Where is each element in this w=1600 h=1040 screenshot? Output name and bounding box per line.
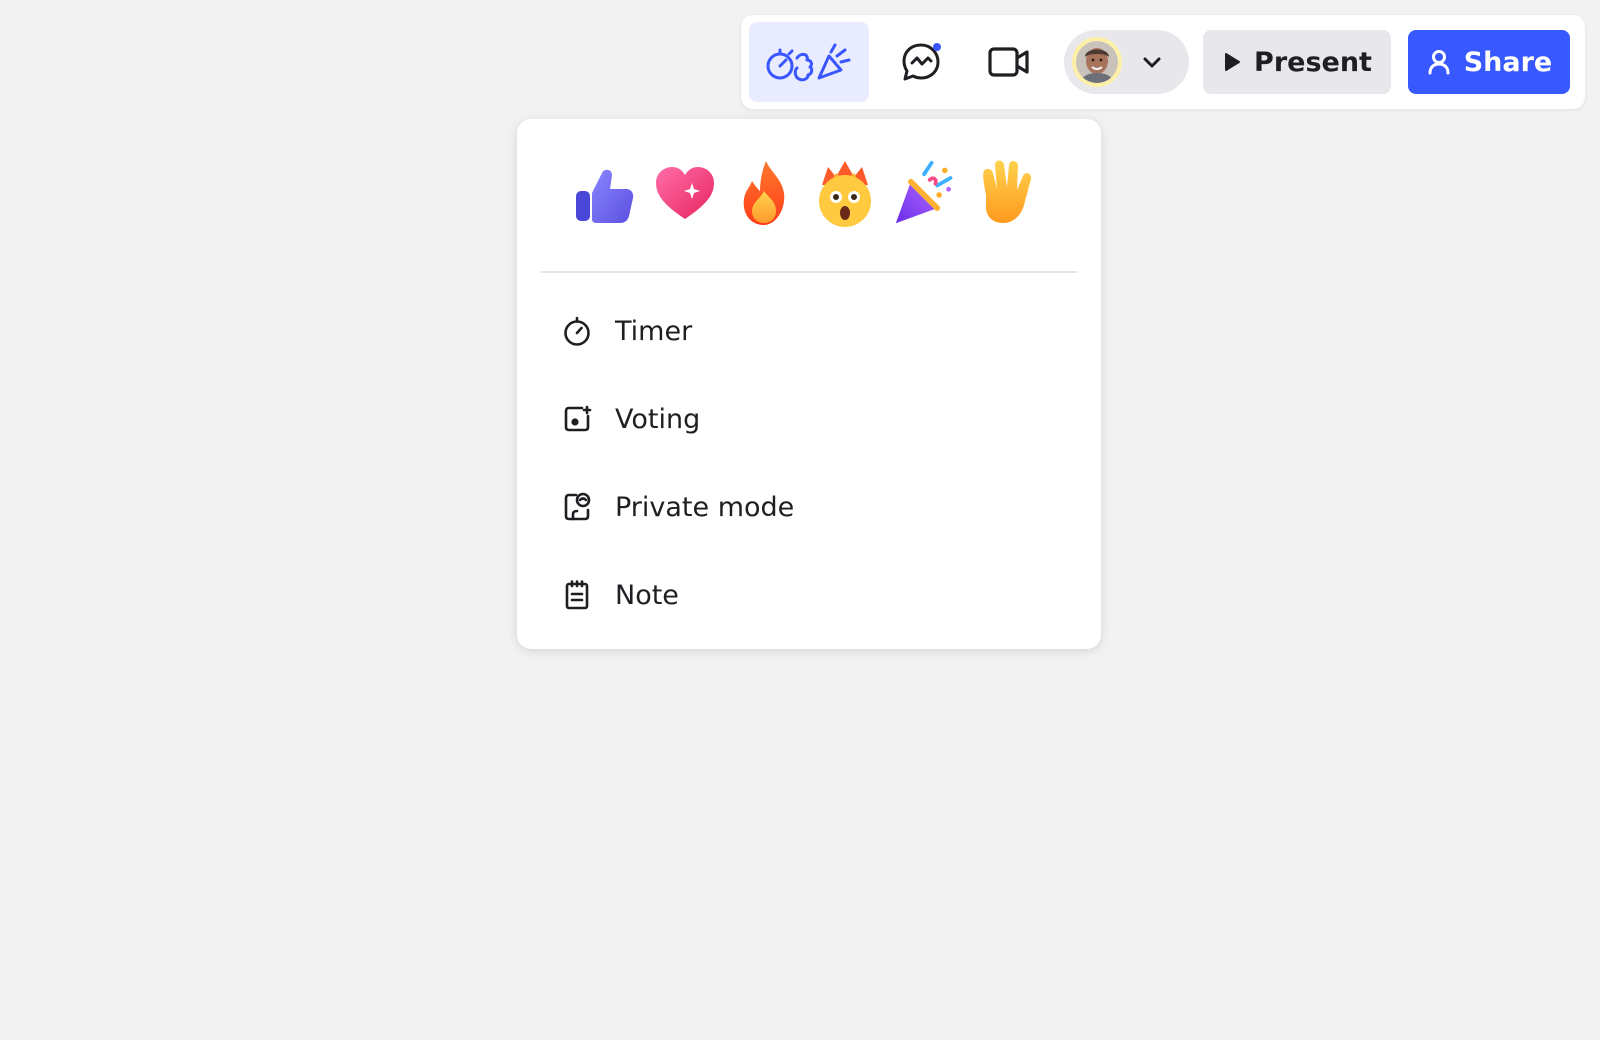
video-call-button[interactable] [977,30,1041,94]
thumbs-up-icon [576,169,634,223]
menu-item-private-mode[interactable]: Private mode [539,463,1079,551]
present-button[interactable]: Present [1203,30,1391,94]
tools-menu-list: Timer Voting Private mode Note [539,287,1079,639]
menu-item-voting[interactable]: Voting [539,375,1079,463]
reaction-waving-hand[interactable] [972,157,1038,231]
reaction-bar [572,157,1038,231]
reaction-heart[interactable] [652,157,718,231]
sparkling-heart-icon [656,167,714,219]
menu-item-timer[interactable]: Timer [539,287,1079,375]
share-button[interactable]: Share [1408,30,1570,94]
collaboration-tools-menu: Timer Voting Private mode Note [517,119,1101,649]
user-photo [1076,41,1118,83]
private-mode-icon [561,491,593,523]
chat-button[interactable] [889,30,953,94]
reaction-mind-blown[interactable] [812,157,878,231]
timer-voting-celebrate-icon [766,43,851,82]
menu-item-label: Note [615,579,679,611]
menu-item-label: Voting [615,403,701,435]
fire-icon [743,161,785,225]
share-label: Share [1463,46,1553,78]
video-camera-icon [988,47,1029,77]
menu-divider [541,271,1077,273]
note-icon [561,579,593,611]
user-icon [1428,50,1450,75]
reaction-fire[interactable] [732,157,798,231]
reaction-party-popper[interactable] [892,157,958,231]
waving-hand-icon [983,160,1032,223]
menu-item-label: Private mode [615,491,795,523]
user-menu-button[interactable] [1064,30,1189,94]
chat-notification-dot [933,43,941,51]
menu-item-note[interactable]: Note [539,551,1079,639]
avatar [1072,37,1122,87]
stopwatch-icon [561,315,593,347]
menu-item-label: Timer [615,315,693,347]
party-popper-icon [895,161,953,224]
top-toolbar: Present Share [741,15,1585,109]
collaboration-tools-button[interactable] [749,22,869,102]
reaction-thumbs-up[interactable] [572,157,638,231]
voting-icon [561,403,593,435]
play-icon [1225,53,1241,71]
mind-blown-icon [819,161,871,227]
present-label: Present [1254,46,1372,78]
chevron-down-icon [1143,57,1161,68]
